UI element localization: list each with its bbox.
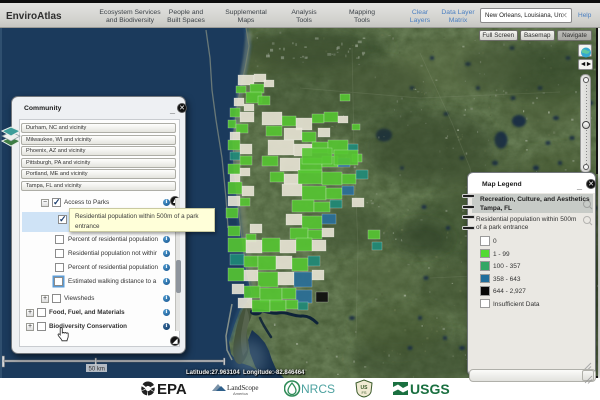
svg-text:NRCS: NRCS [301, 382, 335, 396]
svg-text:USGS: USGS [410, 381, 450, 397]
svg-text:America: America [233, 391, 248, 396]
svg-text:EPA: EPA [157, 381, 187, 397]
svg-text:FS: FS [361, 390, 366, 395]
svg-text:50 km: 50 km [89, 367, 105, 373]
